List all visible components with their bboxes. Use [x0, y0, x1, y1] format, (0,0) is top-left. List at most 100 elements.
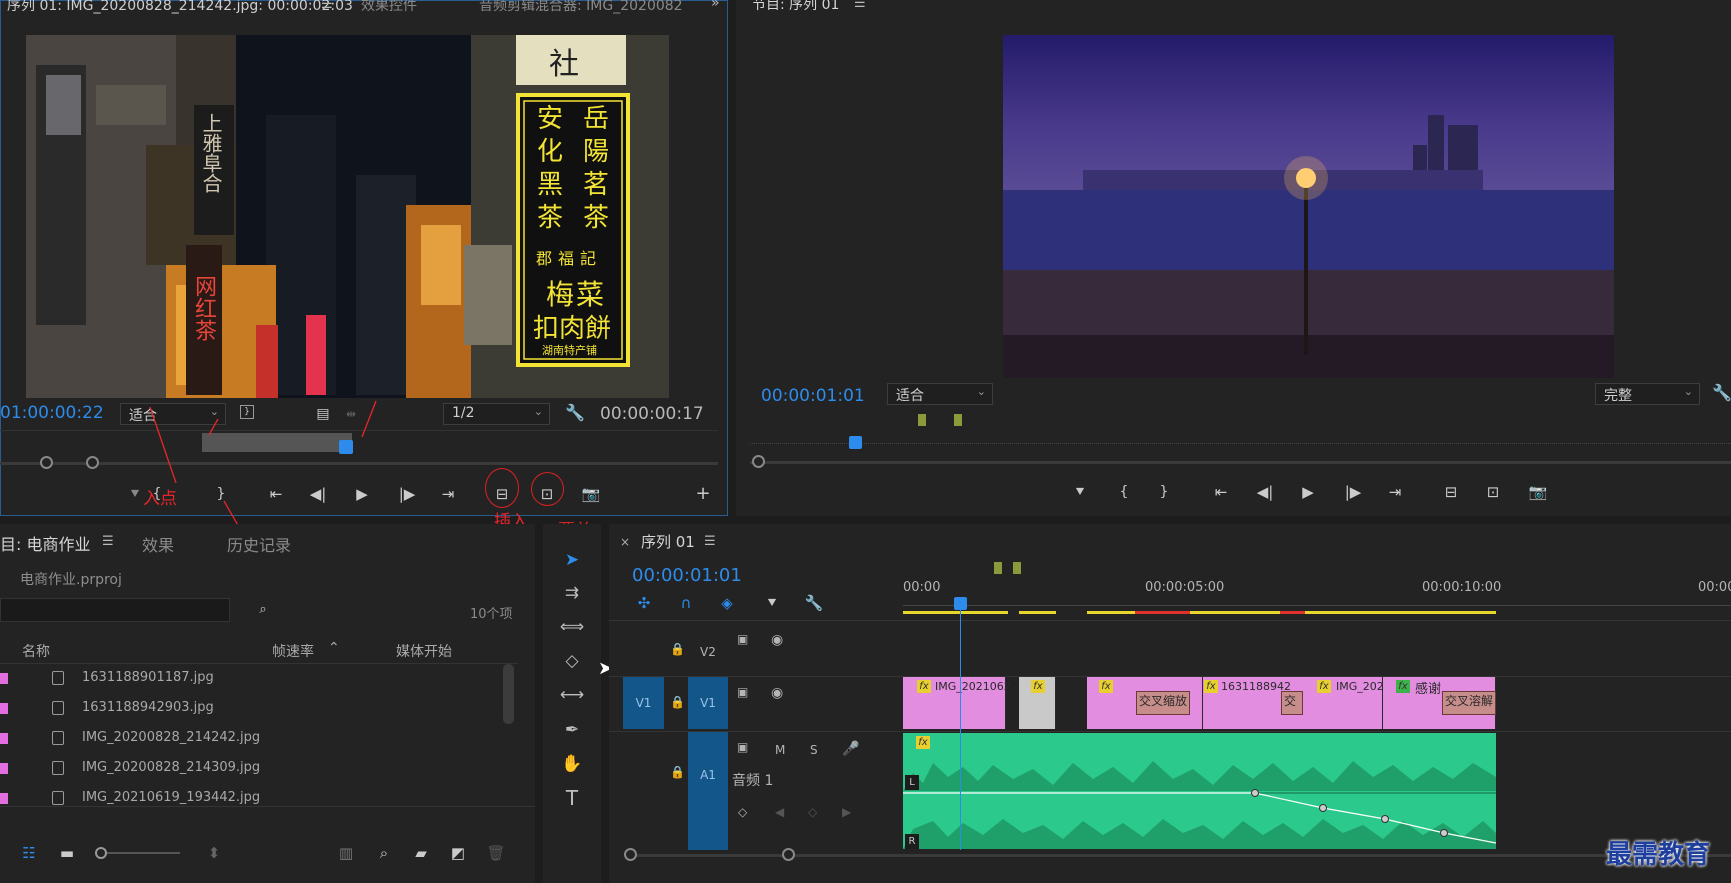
- step-back-icon[interactable]: ◀|: [1254, 482, 1276, 502]
- eye-icon[interactable]: ◉: [771, 632, 783, 648]
- selection-tool-icon[interactable]: ➤: [556, 546, 588, 574]
- lift-button[interactable]: ⊟: [1440, 482, 1462, 502]
- project-scrollbar[interactable]: [503, 664, 514, 724]
- tab-effect-controls[interactable]: 效果控件: [361, 0, 417, 15]
- marker-icon[interactable]: [918, 414, 926, 426]
- sort-icon[interactable]: ⬍: [203, 843, 225, 863]
- video-clip[interactable]: fx IMG_2021062: [903, 677, 1011, 729]
- col-start[interactable]: 媒体开始: [396, 641, 452, 661]
- find-icon[interactable]: ⌕: [373, 843, 395, 863]
- keyframe-icon[interactable]: ◇: [738, 805, 747, 819]
- transition-cross-zoom[interactable]: 交叉缩放: [1136, 691, 1190, 715]
- scrollbar-handle[interactable]: [624, 848, 637, 861]
- track-label-v2[interactable]: V2: [700, 645, 716, 659]
- time-ruler[interactable]: [903, 598, 1731, 606]
- mark-in-button[interactable]: {: [1113, 482, 1135, 502]
- eye-icon[interactable]: ◉: [771, 685, 783, 701]
- next-keyframe-icon[interactable]: ▶: [842, 805, 851, 819]
- program-quality-dropdown[interactable]: 完整 ⌄: [1595, 383, 1700, 405]
- scrollbar-handle[interactable]: [40, 456, 53, 469]
- lock-icon[interactable]: 🔒: [670, 765, 685, 779]
- filmstrip-icon[interactable]: ▣: [737, 632, 748, 646]
- list-item[interactable]: IMG_20200828_214309.jpg: [0, 754, 518, 784]
- prev-keyframe-icon[interactable]: ◀: [775, 805, 784, 819]
- marker-icon[interactable]: [954, 414, 962, 426]
- mute-button[interactable]: M: [775, 743, 785, 757]
- scrollbar-handle[interactable]: [782, 848, 795, 861]
- source-timecode[interactable]: 01:00:00:22: [0, 403, 104, 423]
- source-patch-v1[interactable]: V1: [623, 677, 664, 729]
- wrench-icon[interactable]: 🔧: [564, 403, 586, 423]
- slip-tool-icon[interactable]: ⟷: [556, 681, 588, 709]
- new-item-icon[interactable]: ◩: [447, 843, 469, 863]
- filmstrip-icon[interactable]: ▣: [737, 685, 748, 699]
- tab-menu-icon[interactable]: ☰: [321, 0, 333, 12]
- linked-selection-icon[interactable]: ◈: [716, 593, 738, 613]
- automate-icon[interactable]: ▥: [335, 843, 357, 863]
- audio-clip[interactable]: fx L R: [903, 733, 1496, 849]
- camera-icon[interactable]: 📷: [1527, 482, 1549, 502]
- solo-button[interactable]: S: [810, 743, 818, 757]
- program-playhead[interactable]: [849, 436, 862, 449]
- add-keyframe-icon[interactable]: ◇: [808, 805, 817, 819]
- scrollbar-handle[interactable]: [752, 455, 765, 468]
- new-bin-icon[interactable]: ▰: [410, 843, 432, 863]
- tab-source-monitor[interactable]: 源：序列 01: IMG_20200828_214242.jpg: 00:00:…: [0, 0, 353, 15]
- timeline-zoom-scrollbar[interactable]: [630, 854, 1731, 857]
- lock-icon[interactable]: 🔒: [670, 642, 685, 656]
- tab-audio-clip-mixer[interactable]: 音频剪辑混合器: IMG_20200828: [479, 0, 683, 15]
- tab-history[interactable]: 历史记录: [227, 532, 291, 556]
- program-zoom-scrollbar[interactable]: [750, 461, 1731, 464]
- program-monitor-title[interactable]: 节目: 序列 01: [752, 0, 839, 14]
- razor-tool-icon[interactable]: ◇: [556, 647, 588, 675]
- tab-menu-icon[interactable]: ☰: [854, 0, 866, 11]
- track-target-v1[interactable]: V1: [688, 677, 728, 729]
- extract-button[interactable]: ⊡: [1482, 482, 1504, 502]
- microphone-icon[interactable]: 🎤: [842, 741, 859, 757]
- ripple-edit-tool-icon[interactable]: ⟺: [556, 613, 588, 641]
- tab-menu-icon[interactable]: ☰: [102, 534, 114, 549]
- lock-icon[interactable]: 🔒: [670, 695, 685, 709]
- list-item[interactable]: IMG_20210619_193442.jpg: [0, 784, 518, 806]
- camera-icon[interactable]: 📷: [580, 484, 602, 504]
- program-timecode[interactable]: 00:00:01:01: [761, 386, 865, 406]
- add-marker-icon[interactable]: ⯆: [761, 593, 783, 613]
- icon-view-icon[interactable]: ▬: [56, 843, 78, 863]
- scrollbar-handle[interactable]: [86, 456, 99, 469]
- marker-icon[interactable]: [994, 562, 1002, 574]
- overflow-icon[interactable]: »: [711, 0, 720, 11]
- add-marker-icon[interactable]: ⯆: [1069, 482, 1091, 502]
- zoom-slider[interactable]: [100, 852, 180, 854]
- tab-menu-icon[interactable]: ☰: [704, 534, 716, 549]
- program-timeline-ruler[interactable]: [750, 443, 1731, 451]
- hand-tool-icon[interactable]: ✋: [556, 750, 588, 778]
- list-item[interactable]: 1631188942903.jpg: [0, 694, 518, 724]
- nest-icon[interactable]: ✣: [633, 593, 655, 613]
- pen-tool-icon[interactable]: ✒: [556, 716, 588, 744]
- sort-up-icon[interactable]: ⌃: [328, 640, 340, 656]
- wrench-icon[interactable]: 🔧: [803, 593, 825, 613]
- trash-icon[interactable]: 🗑: [485, 843, 507, 863]
- tab-effects[interactable]: 效果: [142, 532, 174, 556]
- wrench-icon[interactable]: 🔧: [1712, 383, 1731, 403]
- program-fit-dropdown[interactable]: 适合 ⌄: [887, 383, 993, 405]
- col-fps[interactable]: 帧速率: [272, 641, 314, 661]
- play-icon[interactable]: ▶: [1297, 482, 1319, 502]
- filmstrip-icon[interactable]: ▣: [737, 740, 748, 754]
- new-bin-search-icon[interactable]: ⌕: [252, 600, 274, 620]
- zoom-slider-handle[interactable]: [95, 847, 107, 859]
- go-to-out-icon[interactable]: ⇥: [1384, 482, 1406, 502]
- close-icon[interactable]: ×: [620, 535, 630, 549]
- transition-cross-dissolve[interactable]: 交叉溶解: [1442, 691, 1496, 715]
- list-view-icon[interactable]: ☷: [18, 843, 40, 863]
- add-button-icon[interactable]: +: [692, 484, 714, 504]
- tab-project[interactable]: 项目: 电商作业: [0, 531, 90, 555]
- transition-cross-dissolve[interactable]: 交: [1281, 691, 1303, 715]
- tab-sequence[interactable]: 序列 01: [641, 531, 695, 552]
- step-forward-icon[interactable]: |▶: [1342, 482, 1364, 502]
- col-name[interactable]: 名称: [22, 641, 50, 661]
- search-input[interactable]: [0, 598, 230, 622]
- type-tool-icon[interactable]: T: [556, 784, 588, 812]
- timeline-timecode[interactable]: 00:00:01:01: [632, 565, 742, 586]
- marker-icon[interactable]: [1013, 562, 1021, 574]
